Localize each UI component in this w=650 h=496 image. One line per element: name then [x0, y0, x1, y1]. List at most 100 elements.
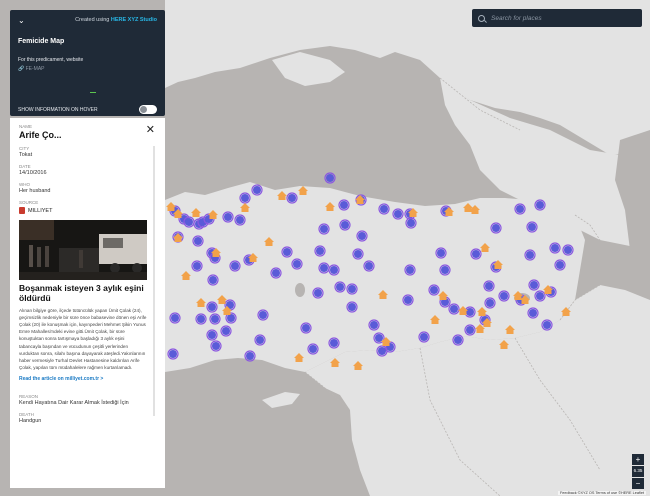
murder-marker[interactable]: [551, 244, 559, 252]
detail-panel: ✕ NAME Arife Ço... CITY Tokat DATE 14/10…: [10, 118, 165, 488]
murder-marker[interactable]: [340, 201, 348, 209]
murder-marker[interactable]: [528, 223, 536, 231]
murder-marker[interactable]: [529, 309, 537, 317]
murder-marker[interactable]: [212, 342, 220, 350]
murder-marker[interactable]: [441, 266, 449, 274]
murder-marker[interactable]: [407, 219, 415, 227]
murder-marker[interactable]: [341, 221, 349, 229]
murder-marker[interactable]: [358, 232, 366, 240]
murder-marker[interactable]: [211, 315, 219, 323]
date-value: 14/10/2016: [19, 170, 47, 176]
murder-marker[interactable]: [472, 250, 480, 258]
zoom-controls: + 6.35 −: [632, 454, 646, 490]
murder-marker[interactable]: [485, 282, 493, 290]
murder-marker[interactable]: [197, 315, 205, 323]
city-label: CITY: [19, 146, 30, 151]
collapse-chevron-icon[interactable]: ⌄: [18, 16, 25, 25]
murder-marker[interactable]: [466, 326, 474, 334]
murder-marker[interactable]: [354, 250, 362, 258]
read-article-link[interactable]: Read the article on milliyet.com.tr >: [19, 376, 156, 382]
murder-marker[interactable]: [302, 324, 310, 332]
murder-marker[interactable]: [326, 174, 334, 182]
murder-marker[interactable]: [314, 289, 322, 297]
murder-marker[interactable]: [536, 292, 544, 300]
source-line[interactable]: 🔗 FE-MAP: [10, 63, 165, 72]
murder-marker[interactable]: [253, 186, 261, 194]
murder-marker[interactable]: [466, 308, 474, 316]
scrollbar[interactable]: [153, 146, 155, 416]
murder-marker[interactable]: [185, 218, 193, 226]
date-label: DATE: [19, 164, 31, 169]
murder-marker[interactable]: [526, 251, 534, 259]
murder-marker[interactable]: [193, 262, 201, 270]
murder-marker[interactable]: [330, 339, 338, 347]
source-value: MILLIYET: [28, 207, 53, 214]
name-label: NAME: [19, 124, 33, 129]
murder-marker[interactable]: [320, 264, 328, 272]
hover-toggle[interactable]: [139, 105, 157, 114]
murder-marker[interactable]: [336, 283, 344, 291]
murder-marker[interactable]: [450, 305, 458, 313]
murder-marker[interactable]: [370, 321, 378, 329]
murder-marker[interactable]: [492, 224, 500, 232]
murder-marker[interactable]: [375, 334, 383, 342]
reason-label: REASON: [19, 394, 39, 400]
murder-marker[interactable]: [430, 286, 438, 294]
brand-link[interactable]: HERE XYZ Studio: [111, 17, 157, 23]
murder-marker[interactable]: [272, 269, 280, 277]
murder-marker[interactable]: [309, 345, 317, 353]
map-title: Femicide Map: [18, 38, 65, 45]
map-attribution[interactable]: Feedback ©XYZ OS Terms of use ©HERE Leaf…: [557, 491, 646, 495]
murder-marker[interactable]: [406, 266, 414, 274]
murder-marker[interactable]: [500, 292, 508, 300]
murder-marker[interactable]: [348, 303, 356, 311]
murder-marker[interactable]: [564, 246, 572, 254]
murder-marker[interactable]: [536, 201, 544, 209]
murder-marker[interactable]: [420, 333, 428, 341]
city-value: Tokat: [19, 152, 33, 158]
murder-marker[interactable]: [365, 262, 373, 270]
murder-marker[interactable]: [556, 261, 564, 269]
murder-marker[interactable]: [320, 225, 328, 233]
murder-marker[interactable]: [224, 213, 232, 221]
murder-marker[interactable]: [231, 262, 239, 270]
murder-marker[interactable]: [256, 336, 264, 344]
zoom-level: 6.35: [632, 466, 644, 477]
murder-marker[interactable]: [486, 299, 494, 307]
search-bar[interactable]: [472, 9, 642, 27]
murder-marker[interactable]: [316, 247, 324, 255]
murder-marker[interactable]: [543, 321, 551, 329]
murder-marker[interactable]: [288, 194, 296, 202]
murder-marker[interactable]: [259, 311, 267, 319]
zoom-in-button[interactable]: +: [632, 454, 644, 465]
murder-marker[interactable]: [241, 194, 249, 202]
murder-marker[interactable]: [169, 350, 177, 358]
murder-marker[interactable]: [380, 205, 388, 213]
murder-marker[interactable]: [194, 237, 202, 245]
murder-marker[interactable]: [171, 314, 179, 322]
murder-marker[interactable]: [209, 276, 217, 284]
murder-marker[interactable]: [378, 347, 386, 355]
murder-marker[interactable]: [227, 314, 235, 322]
murder-marker[interactable]: [293, 260, 301, 268]
murder-marker[interactable]: [404, 296, 412, 304]
search-icon: [478, 14, 485, 22]
murder-marker[interactable]: [208, 303, 216, 311]
murder-marker[interactable]: [437, 249, 445, 257]
murder-marker[interactable]: [222, 327, 230, 335]
search-input[interactable]: [491, 14, 631, 22]
murder-marker[interactable]: [236, 216, 244, 224]
close-icon[interactable]: ✕: [146, 125, 155, 136]
map-description: For this predicament, website: [18, 57, 84, 63]
zoom-out-button[interactable]: −: [632, 478, 644, 489]
murder-marker[interactable]: [348, 285, 356, 293]
murder-marker[interactable]: [208, 331, 216, 339]
murder-marker[interactable]: [516, 205, 524, 213]
murder-marker[interactable]: [330, 266, 338, 274]
murder-marker[interactable]: [530, 281, 538, 289]
murder-marker[interactable]: [283, 248, 291, 256]
who-label: WHO: [19, 182, 30, 187]
murder-marker[interactable]: [246, 352, 254, 360]
murder-marker[interactable]: [394, 210, 402, 218]
murder-marker[interactable]: [454, 336, 462, 344]
